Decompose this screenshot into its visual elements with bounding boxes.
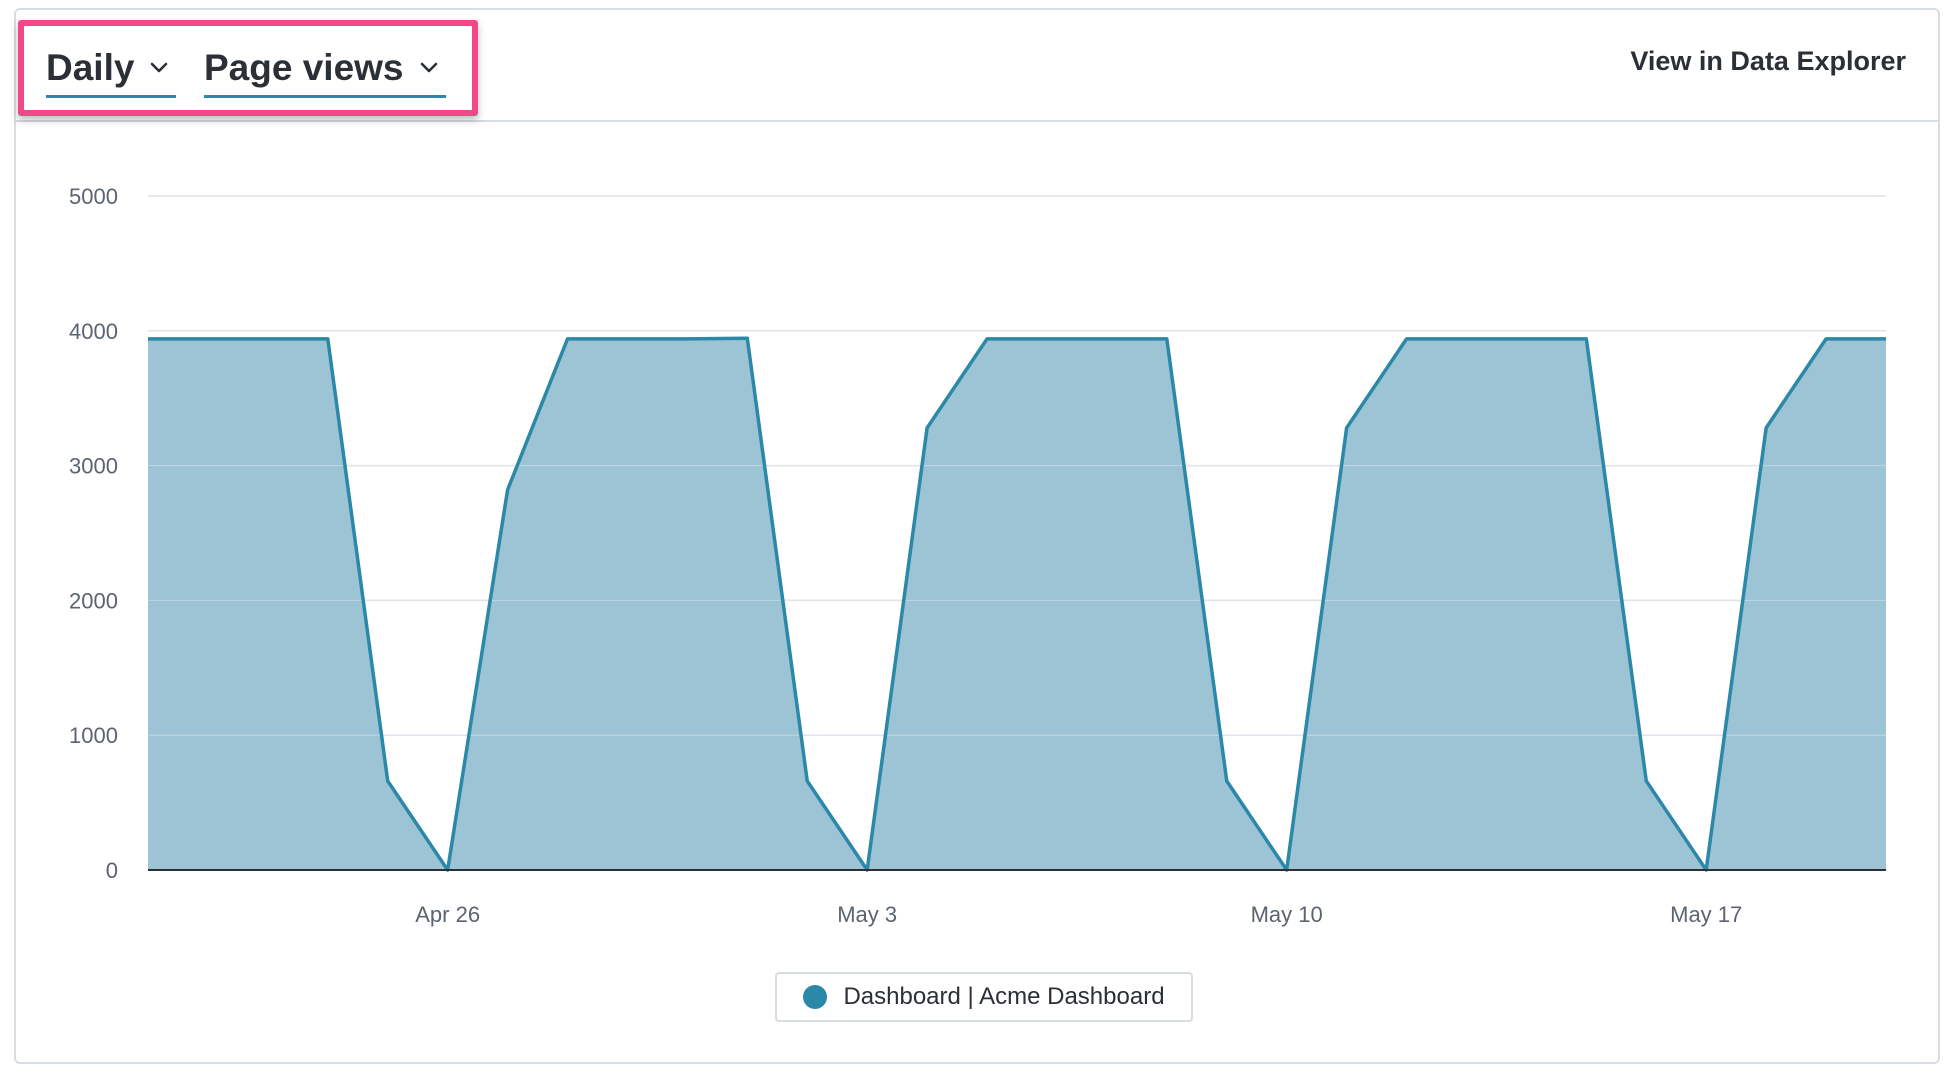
- series-area: [148, 338, 1886, 870]
- legend-label: Dashboard | Acme Dashboard: [843, 983, 1165, 1010]
- x-tick-label: Apr 26: [415, 902, 480, 927]
- y-tick-label: 1000: [69, 723, 118, 748]
- legend-swatch: [803, 985, 828, 1009]
- x-tick-label: May 10: [1251, 902, 1323, 927]
- x-tick-label: May 17: [1670, 902, 1742, 927]
- y-tick-label: 3000: [69, 454, 118, 479]
- x-tick-label: May 3: [837, 902, 897, 927]
- legend-item[interactable]: Dashboard | Acme Dashboard: [775, 972, 1193, 1022]
- y-tick-label: 0: [106, 858, 118, 883]
- y-tick-label: 2000: [69, 588, 118, 613]
- area-chart: 0 1000 2000 3000 4000 5000 Apr 26 May 3 May 10 Ma…: [69, 184, 1886, 927]
- y-tick-label: 4000: [69, 319, 118, 344]
- y-tick-label: 5000: [69, 184, 118, 209]
